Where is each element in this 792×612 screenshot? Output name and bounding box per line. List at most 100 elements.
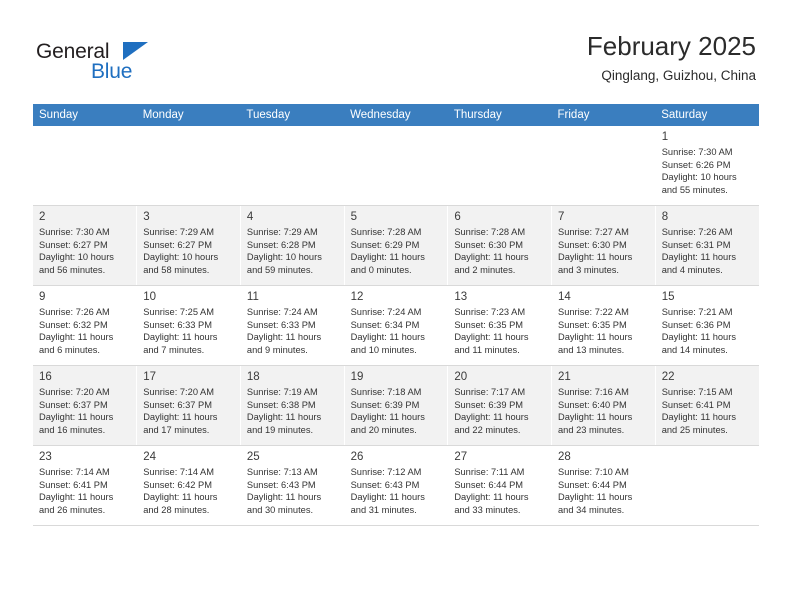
day-cell[interactable]: 4 Sunrise: 7:29 AM Sunset: 6:28 PM Dayli… (240, 205, 345, 286)
day-number: 5 (350, 211, 358, 223)
day-cell[interactable]: 14 Sunrise: 7:22 AM Sunset: 6:35 PM Dayl… (551, 285, 656, 366)
daylight-text-line1: Daylight: 11 hours (661, 412, 736, 423)
day-number: 12 (350, 291, 364, 303)
day-cell[interactable]: 8 Sunrise: 7:26 AM Sunset: 6:31 PM Dayli… (655, 205, 759, 286)
sunset-text: Sunset: 6:28 PM (246, 239, 316, 250)
day-info: Sunrise: 7:25 AM Sunset: 6:33 PM Dayligh… (143, 306, 234, 356)
weekday-header-tuesday: Tuesday (240, 104, 345, 126)
daylight-text-line2: and 14 minutes. (661, 344, 728, 355)
day-cell-empty (33, 126, 138, 206)
day-number: 7 (558, 211, 565, 223)
daylight-text-line2: and 28 minutes. (143, 504, 210, 515)
daylight-text-line1: Daylight: 11 hours (350, 492, 425, 503)
sunset-text: Sunset: 6:35 PM (558, 319, 627, 330)
daylight-text-line1: Daylight: 10 hours (39, 252, 114, 263)
day-number: 8 (661, 211, 669, 223)
day-info: Sunrise: 7:15 AM Sunset: 6:41 PM Dayligh… (662, 386, 753, 436)
daylight-text-line2: and 58 minutes. (143, 264, 210, 275)
sunrise-text: Sunrise: 7:18 AM (350, 387, 422, 397)
sunset-text: Sunset: 6:38 PM (246, 399, 316, 410)
sunrise-text: Sunrise: 7:22 AM (558, 307, 629, 317)
sunrise-text: Sunrise: 7:30 AM (661, 147, 733, 157)
day-cell[interactable]: 5 Sunrise: 7:28 AM Sunset: 6:29 PM Dayli… (344, 205, 449, 286)
day-number: 19 (350, 371, 364, 383)
day-number: 18 (246, 371, 260, 383)
daylight-text-line1: Daylight: 11 hours (350, 332, 425, 343)
sunrise-text: Sunrise: 7:16 AM (558, 387, 629, 397)
day-info: Sunrise: 7:30 AM Sunset: 6:27 PM Dayligh… (39, 226, 130, 276)
day-cell[interactable]: 23 Sunrise: 7:14 AM Sunset: 6:41 PM Dayl… (33, 445, 138, 526)
daylight-text-line1: Daylight: 11 hours (39, 412, 114, 423)
day-number: 14 (558, 291, 571, 303)
sunset-text: Sunset: 6:32 PM (39, 319, 108, 330)
day-number: 13 (454, 291, 468, 303)
daylight-text-line1: Daylight: 10 hours (246, 252, 322, 263)
calendar-week-row: 23 Sunrise: 7:14 AM Sunset: 6:41 PM Dayl… (33, 445, 759, 526)
page-subtitle: Qinglang, Guizhou, China (601, 68, 756, 83)
day-cell[interactable]: 17 Sunrise: 7:20 AM Sunset: 6:37 PM Dayl… (136, 365, 241, 446)
day-number: 15 (661, 291, 675, 303)
day-cell[interactable]: 13 Sunrise: 7:23 AM Sunset: 6:35 PM Dayl… (447, 285, 553, 366)
sunrise-text: Sunrise: 7:27 AM (558, 227, 629, 237)
day-cell[interactable]: 2 Sunrise: 7:30 AM Sunset: 6:27 PM Dayli… (33, 205, 138, 286)
day-number: 24 (143, 451, 156, 463)
day-cell[interactable]: 11 Sunrise: 7:24 AM Sunset: 6:33 PM Dayl… (240, 285, 345, 366)
day-number: 26 (350, 451, 364, 463)
day-cell[interactable]: 15 Sunrise: 7:21 AM Sunset: 6:36 PM Dayl… (655, 285, 759, 366)
day-cell[interactable]: 25 Sunrise: 7:13 AM Sunset: 6:43 PM Dayl… (240, 445, 345, 526)
sunrise-text: Sunrise: 7:12 AM (350, 467, 422, 477)
day-cell[interactable]: 16 Sunrise: 7:20 AM Sunset: 6:37 PM Dayl… (33, 365, 138, 446)
day-cell[interactable]: 24 Sunrise: 7:14 AM Sunset: 6:42 PM Dayl… (136, 445, 241, 526)
day-number: 6 (454, 211, 461, 223)
daylight-text-line1: Daylight: 11 hours (246, 412, 322, 423)
sunrise-text: Sunrise: 7:30 AM (39, 227, 110, 237)
day-cell[interactable]: 12 Sunrise: 7:24 AM Sunset: 6:34 PM Dayl… (344, 285, 449, 366)
daylight-text-line1: Daylight: 11 hours (661, 332, 736, 343)
day-cell[interactable]: 27 Sunrise: 7:11 AM Sunset: 6:44 PM Dayl… (447, 445, 553, 526)
day-cell[interactable]: 18 Sunrise: 7:19 AM Sunset: 6:38 PM Dayl… (240, 365, 345, 446)
sunset-text: Sunset: 6:39 PM (350, 399, 420, 410)
day-number: 28 (558, 451, 571, 463)
sunrise-text: Sunrise: 7:24 AM (246, 307, 318, 317)
day-cell[interactable]: 22 Sunrise: 7:15 AM Sunset: 6:41 PM Dayl… (655, 365, 759, 446)
day-cell[interactable]: 20 Sunrise: 7:17 AM Sunset: 6:39 PM Dayl… (447, 365, 553, 446)
day-cell[interactable]: 1 Sunrise: 7:30 AM Sunset: 6:26 PM Dayli… (655, 126, 759, 206)
day-info: Sunrise: 7:22 AM Sunset: 6:35 PM Dayligh… (558, 306, 649, 356)
sunrise-text: Sunrise: 7:15 AM (661, 387, 733, 397)
daylight-text-line1: Daylight: 11 hours (558, 492, 633, 503)
sunrise-text: Sunrise: 7:14 AM (39, 467, 110, 477)
day-info: Sunrise: 7:20 AM Sunset: 6:37 PM Dayligh… (39, 386, 130, 436)
weekday-header-sunday: Sunday (33, 104, 137, 126)
calendar-page: General Blue February 2025 Qinglang, Gui… (0, 0, 792, 612)
day-cell[interactable]: 7 Sunrise: 7:27 AM Sunset: 6:30 PM Dayli… (551, 205, 656, 286)
day-info: Sunrise: 7:28 AM Sunset: 6:29 PM Dayligh… (351, 226, 442, 276)
sunrise-text: Sunrise: 7:25 AM (143, 307, 215, 317)
daylight-text-line1: Daylight: 11 hours (350, 252, 425, 263)
daylight-text-line2: and 2 minutes. (454, 264, 516, 275)
day-number: 25 (246, 451, 260, 463)
day-info: Sunrise: 7:24 AM Sunset: 6:34 PM Dayligh… (351, 306, 442, 356)
day-info: Sunrise: 7:12 AM Sunset: 6:43 PM Dayligh… (351, 466, 442, 516)
general-blue-logo[interactable]: General Blue (36, 40, 176, 88)
sunrise-text: Sunrise: 7:20 AM (143, 387, 215, 397)
daylight-text-line2: and 16 minutes. (39, 424, 106, 435)
sunrise-text: Sunrise: 7:17 AM (454, 387, 526, 397)
sunrise-text: Sunrise: 7:20 AM (39, 387, 110, 397)
day-cell[interactable]: 9 Sunrise: 7:26 AM Sunset: 6:32 PM Dayli… (33, 285, 138, 366)
daylight-text-line2: and 9 minutes. (246, 344, 308, 355)
day-cell[interactable]: 6 Sunrise: 7:28 AM Sunset: 6:30 PM Dayli… (447, 205, 553, 286)
day-number: 17 (143, 371, 156, 383)
day-cell[interactable]: 28 Sunrise: 7:10 AM Sunset: 6:44 PM Dayl… (551, 445, 656, 526)
day-info: Sunrise: 7:29 AM Sunset: 6:27 PM Dayligh… (143, 226, 234, 276)
day-cell[interactable]: 19 Sunrise: 7:18 AM Sunset: 6:39 PM Dayl… (344, 365, 449, 446)
day-number: 9 (39, 291, 46, 303)
triangle-icon (123, 42, 148, 60)
day-cell[interactable]: 26 Sunrise: 7:12 AM Sunset: 6:43 PM Dayl… (344, 445, 449, 526)
calendar-week-row: 16 Sunrise: 7:20 AM Sunset: 6:37 PM Dayl… (33, 365, 759, 446)
day-cell[interactable]: 21 Sunrise: 7:16 AM Sunset: 6:40 PM Dayl… (551, 365, 656, 446)
weekday-header-friday: Friday (551, 104, 656, 126)
day-info: Sunrise: 7:23 AM Sunset: 6:35 PM Dayligh… (454, 306, 545, 356)
daylight-text-line1: Daylight: 11 hours (143, 332, 218, 343)
day-cell[interactable]: 10 Sunrise: 7:25 AM Sunset: 6:33 PM Dayl… (136, 285, 241, 366)
day-cell[interactable]: 3 Sunrise: 7:29 AM Sunset: 6:27 PM Dayli… (136, 205, 241, 286)
